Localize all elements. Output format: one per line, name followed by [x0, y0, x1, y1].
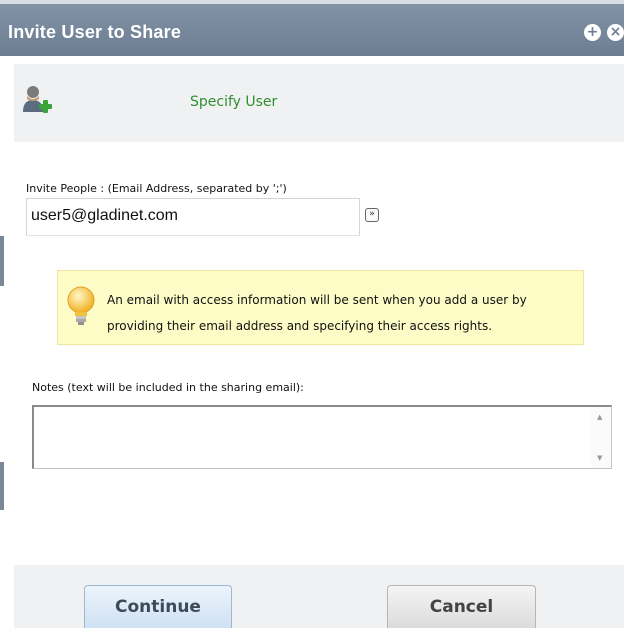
lightbulb-icon: [66, 285, 96, 331]
notes-textarea[interactable]: [36, 409, 586, 465]
header-panel: Specify User: [14, 64, 624, 142]
button-footer: Continue Cancel: [14, 565, 624, 628]
left-edge-divider: [0, 236, 4, 286]
add-circle-icon[interactable]: +: [584, 24, 601, 41]
close-circle-icon[interactable]: ×: [607, 24, 624, 41]
dialog-title: Invite User to Share: [8, 22, 182, 42]
add-user-icon: [22, 84, 54, 118]
scroll-down-arrow-icon[interactable]: ▼: [597, 454, 602, 462]
info-message-box: An email with access information will be…: [57, 270, 584, 345]
scroll-up-arrow-icon[interactable]: ▲: [597, 413, 602, 421]
left-edge-divider: [0, 462, 4, 510]
double-chevron-down-icon[interactable]: »: [365, 208, 379, 222]
invite-people-label: Invite People : (Email Address, separate…: [26, 182, 287, 195]
notes-container: ▲ ▼: [32, 405, 612, 469]
info-message-text: An email with access information will be…: [107, 293, 527, 333]
email-field-container: [26, 198, 360, 236]
continue-button[interactable]: Continue: [84, 585, 232, 628]
invite-user-dialog: Invite User to Share + × Specify User In…: [0, 0, 624, 628]
email-field[interactable]: [31, 199, 351, 233]
notes-scrollbar[interactable]: ▲ ▼: [591, 407, 611, 468]
notes-label: Notes (text will be included in the shar…: [32, 381, 304, 394]
title-bar: Invite User to Share + ×: [0, 0, 624, 56]
header-title: Specify User: [190, 94, 278, 110]
cancel-button[interactable]: Cancel: [387, 585, 536, 628]
